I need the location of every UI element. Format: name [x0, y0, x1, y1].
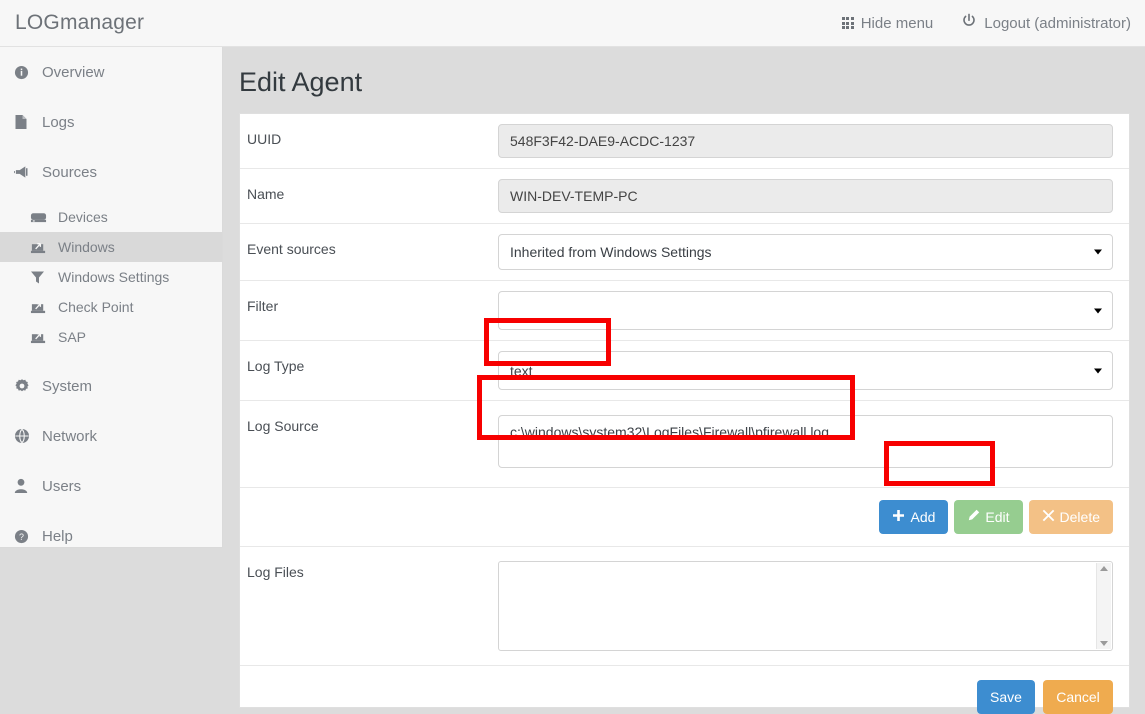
log-type-select[interactable]: text	[498, 351, 1113, 390]
sidebar-item-sap[interactable]: SAP	[0, 322, 222, 352]
sidebar-item-network[interactable]: Network	[0, 420, 222, 452]
form-row-log-files: Log Files	[240, 547, 1129, 666]
top-bar: LOGmanager Hide menu Logout (administrat…	[0, 0, 1145, 47]
edit-button[interactable]: Edit	[954, 500, 1023, 534]
sidebar-item-logs[interactable]: Logs	[0, 106, 222, 138]
grid-icon	[841, 17, 854, 29]
sidebar-item-devices[interactable]: Devices	[0, 202, 222, 232]
sidebar-item-sources[interactable]: Sources	[0, 156, 222, 188]
log-files-label: Log Files	[247, 564, 304, 580]
uuid-input[interactable]	[498, 124, 1113, 158]
sidebar-item-label: Users	[42, 477, 82, 495]
sidebar-item-label: Help	[42, 527, 73, 545]
add-button-label: Add	[910, 509, 936, 525]
sidebar-item-label: Check Point	[58, 299, 134, 315]
x-icon	[1042, 509, 1055, 525]
log-type-label: Log Type	[247, 358, 305, 374]
sidebar-item-label: System	[42, 377, 93, 395]
edit-button-label: Edit	[985, 509, 1010, 525]
name-input[interactable]	[498, 179, 1113, 213]
sidebar-item-label: Devices	[58, 209, 108, 225]
save-button[interactable]: Save	[977, 680, 1035, 714]
log-source-label: Log Source	[247, 418, 319, 434]
sidebar-item-help[interactable]: ? Help	[0, 520, 222, 552]
name-label: Name	[247, 186, 285, 202]
top-bar-actions: Hide menu Logout (administrator)	[841, 13, 1131, 33]
filter-label: Filter	[247, 298, 279, 314]
form-row-uuid: UUID	[240, 114, 1129, 169]
filter-icon	[30, 270, 50, 285]
logout-button[interactable]: Logout (administrator)	[961, 13, 1131, 33]
user-icon	[14, 478, 34, 494]
sidebar-item-label: Windows Settings	[58, 269, 170, 285]
sidebar: Overview Logs Sources Devices Windows Wi…	[0, 47, 223, 548]
filter-select[interactable]	[498, 291, 1113, 330]
content-area: Edit Agent UUID Name Event sources Inher…	[224, 47, 1145, 714]
edit-agent-panel: UUID Name Event sources Inherited from W…	[239, 113, 1130, 714]
sidebar-item-label: Overview	[42, 63, 105, 81]
delete-button-label: Delete	[1059, 509, 1100, 525]
sidebar-item-label: Logs	[42, 113, 75, 131]
chevron-down-icon	[1094, 308, 1102, 313]
sidebar-item-label: Sources	[42, 163, 98, 181]
logout-label: Logout (administrator)	[984, 14, 1131, 32]
sidebar-item-label: Network	[42, 427, 98, 445]
form-row-filter: Filter	[240, 281, 1129, 341]
sidebar-item-windows[interactable]: Windows	[0, 232, 222, 262]
plus-icon	[892, 509, 905, 525]
windows-agent-icon	[30, 300, 50, 315]
delete-button[interactable]: Delete	[1028, 500, 1113, 534]
sidebar-item-users[interactable]: Users	[0, 470, 222, 502]
scroll-down-icon[interactable]	[1100, 641, 1108, 646]
gear-icon	[14, 378, 34, 394]
log-files-listbox[interactable]	[498, 561, 1113, 651]
add-button[interactable]: Add	[879, 500, 949, 534]
sidebar-item-check-point[interactable]: Check Point	[0, 292, 222, 322]
question-circle-icon: ?	[14, 529, 34, 544]
event-sources-select[interactable]: Inherited from Windows Settings	[498, 234, 1113, 270]
page-title: Edit Agent	[239, 67, 363, 97]
scroll-up-icon[interactable]	[1100, 566, 1108, 571]
uuid-label: UUID	[247, 131, 282, 147]
log-source-textarea[interactable]: c:\windows\system32\LogFiles\Firewall\pf…	[498, 415, 1113, 468]
power-icon	[961, 13, 977, 33]
sidebar-item-system[interactable]: System	[0, 370, 222, 402]
form-row-log-source: Log Source c:\windows\system32\LogFiles\…	[240, 401, 1129, 488]
cancel-button[interactable]: Cancel	[1043, 680, 1113, 714]
windows-agent-icon	[30, 240, 50, 255]
app-brand: LOGmanager	[15, 11, 145, 34]
svg-text:?: ?	[19, 531, 24, 541]
megaphone-icon	[14, 165, 34, 179]
log-type-value: text	[510, 362, 533, 379]
event-sources-label: Event sources	[247, 241, 336, 257]
sidebar-item-label: Windows	[58, 239, 115, 255]
info-circle-icon	[14, 65, 34, 80]
globe-icon	[14, 428, 34, 444]
sidebar-item-label: SAP	[58, 329, 87, 345]
log-source-actions: Add Edit Delete	[240, 488, 1129, 547]
sidebar-item-overview[interactable]: Overview	[0, 56, 222, 88]
hide-menu-button[interactable]: Hide menu	[841, 14, 934, 32]
form-row-log-type: Log Type text	[240, 341, 1129, 401]
server-icon	[30, 210, 50, 224]
event-sources-value: Inherited from Windows Settings	[510, 244, 712, 260]
form-row-event-sources: Event sources Inherited from Windows Set…	[240, 224, 1129, 281]
windows-agent-icon	[30, 330, 50, 345]
hide-menu-label: Hide menu	[860, 14, 934, 32]
chevron-down-icon	[1094, 249, 1102, 255]
file-icon	[14, 114, 34, 130]
chevron-down-icon	[1094, 368, 1102, 373]
sidebar-item-windows-settings[interactable]: Windows Settings	[0, 262, 222, 292]
pencil-icon	[967, 509, 980, 525]
panel-footer: Save Cancel	[240, 666, 1129, 714]
log-files-scrollbar[interactable]	[1096, 563, 1111, 649]
form-row-name: Name	[240, 169, 1129, 224]
